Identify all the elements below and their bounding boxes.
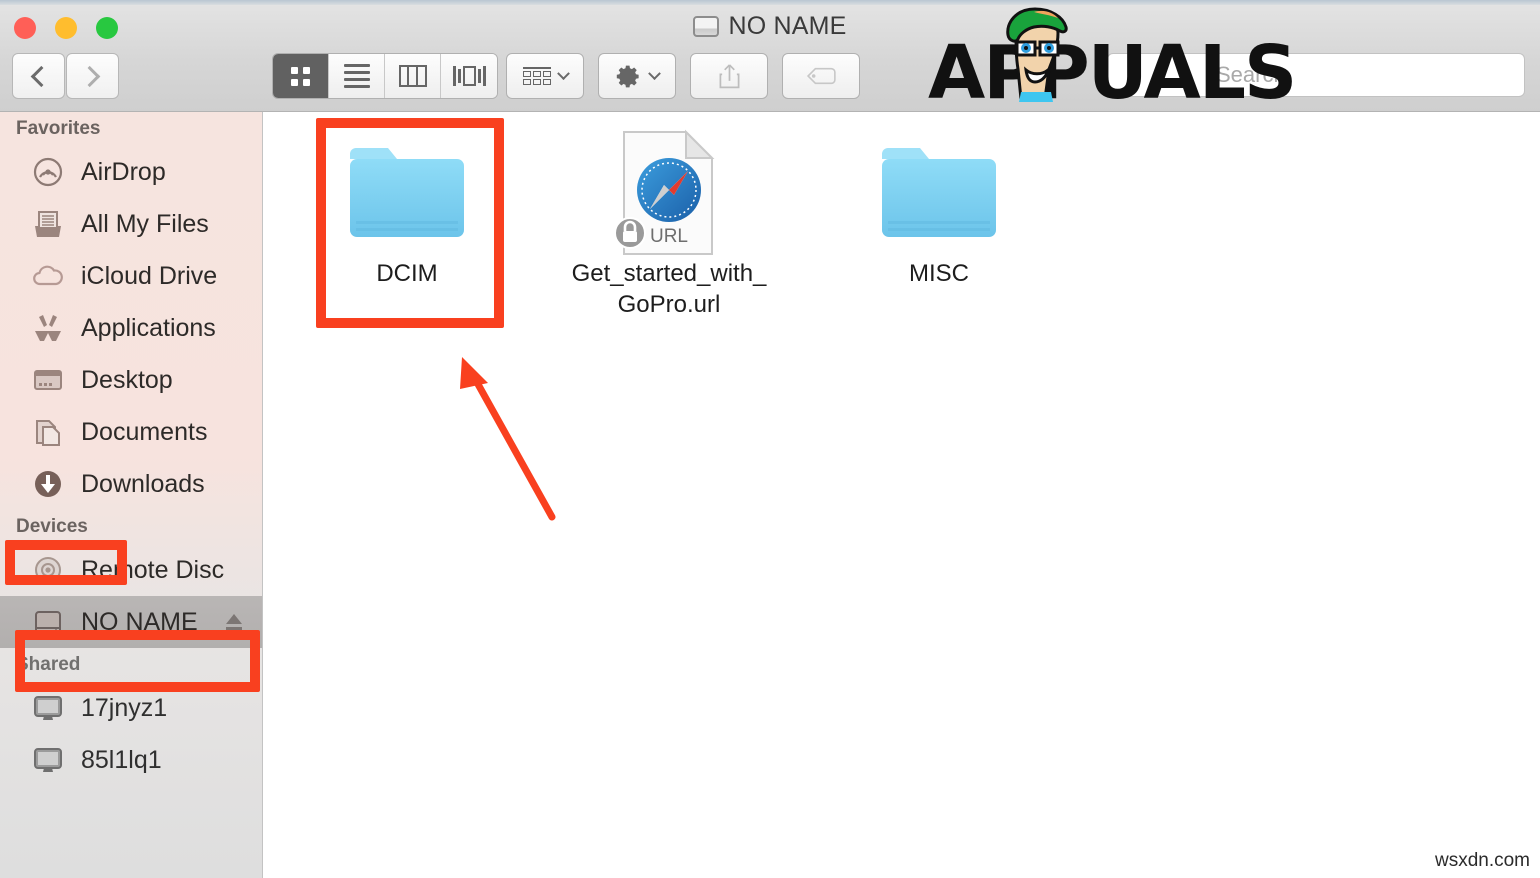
file-item-misc[interactable]: MISC: [830, 128, 1048, 289]
window-title-group: NO NAME: [0, 12, 1540, 41]
file-browser-content: DCIM URL Get_started_with_GoPro.url MISC: [264, 112, 1540, 878]
sidebar-item-label: Downloads: [81, 469, 205, 498]
file-item-dcim[interactable]: DCIM: [298, 128, 516, 289]
coverflow-icon: [452, 66, 486, 86]
sidebar-item-documents[interactable]: Documents: [0, 406, 262, 458]
sidebar-item-label: Applications: [81, 313, 216, 342]
airdrop-icon: [31, 155, 65, 189]
chevron-right-icon: [79, 65, 101, 87]
file-label: Get_started_with_GoPro.url: [571, 260, 767, 318]
downloads-icon: [31, 467, 65, 501]
window-title: NO NAME: [728, 12, 847, 40]
action-button[interactable]: [598, 53, 676, 99]
sidebar-item-downloads[interactable]: Downloads: [0, 458, 262, 510]
tags-button[interactable]: [782, 53, 860, 99]
sidebar-item-label: 17jnyz1: [81, 693, 168, 722]
sidebar-item-all-my-files[interactable]: All My Files: [0, 198, 262, 250]
sidebar-item-17jnyz1[interactable]: 17jnyz1: [0, 682, 262, 734]
coverflow-view-button[interactable]: [441, 54, 497, 98]
minimize-window-button[interactable]: [55, 17, 77, 39]
sidebar-item-label: iCloud Drive: [81, 261, 218, 290]
file-label: DCIM: [376, 260, 438, 287]
sidebar-item-desktop[interactable]: Desktop: [0, 354, 262, 406]
window-titlebar: NO NAME Search APPUALS: [0, 0, 1540, 116]
applications-icon: [31, 311, 65, 345]
view-mode-segmented-control[interactable]: [272, 53, 498, 99]
columns-icon: [398, 65, 427, 87]
blue-folder-icon: [830, 128, 1048, 258]
file-item-gopro-url[interactable]: URL Get_started_with_GoPro.url: [560, 128, 778, 320]
external-drive-icon: [693, 16, 720, 37]
arrange-button[interactable]: [506, 53, 584, 99]
share-icon: [719, 64, 739, 89]
maximize-window-button[interactable]: [96, 17, 118, 39]
sidebar-item-label: Documents: [81, 417, 208, 446]
file-label: MISC: [909, 260, 969, 287]
all-my-files-icon: [31, 207, 65, 241]
sidebar: Favorites AirDrop All My Files iCloud Dr…: [0, 112, 263, 878]
sidebar-item-remote-disc[interactable]: Remote Disc: [0, 544, 262, 596]
sidebar-section-devices: Devices: [16, 516, 88, 537]
icloud-drive-icon: [31, 259, 65, 293]
list-view-button[interactable]: [329, 54, 385, 98]
sidebar-item-airdrop[interactable]: AirDrop: [0, 146, 262, 198]
chevron-down-icon: [648, 66, 661, 80]
search-placeholder: Search: [1216, 62, 1286, 87]
sidebar-item-applications[interactable]: Applications: [0, 302, 262, 354]
documents-icon: [31, 415, 65, 449]
grid-icon: [291, 66, 310, 86]
chevron-left-icon: [30, 65, 52, 87]
finder-window: NO NAME Search APPUALS Favorites AirDrop…: [0, 0, 1540, 878]
sidebar-item-label: 85l1lq1: [81, 745, 162, 774]
search-input[interactable]: Search: [1107, 53, 1525, 97]
chevron-down-icon: [556, 66, 570, 80]
sidebar-item-label: All My Files: [81, 209, 209, 238]
blue-folder-icon: [298, 128, 516, 258]
column-view-button[interactable]: [385, 54, 441, 98]
tag-icon: [806, 67, 836, 85]
eject-icon[interactable]: [222, 610, 246, 634]
sidebar-section-shared: Shared: [16, 654, 81, 675]
sidebar-item-label: NO NAME: [81, 607, 198, 636]
sidebar-item-no-name[interactable]: NO NAME: [0, 596, 262, 648]
sidebar-item-label: Remote Disc: [81, 555, 225, 584]
forward-button[interactable]: [66, 53, 119, 99]
share-button[interactable]: [690, 53, 768, 99]
external-drive-icon: [31, 605, 65, 639]
safari-url-document-icon: URL: [560, 128, 778, 258]
computer-icon: [31, 691, 65, 725]
optical-disc-icon: [31, 553, 65, 587]
sidebar-section-favorites: Favorites: [16, 118, 101, 139]
gear-icon: [616, 65, 639, 87]
back-button[interactable]: [12, 53, 65, 99]
icon-view-button[interactable]: [273, 54, 329, 98]
list-icon: [343, 64, 370, 88]
desktop-icon: [31, 363, 65, 397]
site-watermark: wsxdn.com: [1434, 850, 1530, 871]
appuals-mascot-icon: [1006, 7, 1068, 102]
computer-icon: [31, 743, 65, 777]
sidebar-item-85l1lq1[interactable]: 85l1lq1: [0, 734, 262, 786]
sidebar-item-label: AirDrop: [81, 157, 166, 186]
url-badge-label: URL: [650, 226, 688, 247]
arrange-icon: [522, 67, 551, 85]
close-window-button[interactable]: [14, 17, 36, 39]
sidebar-item-label: Desktop: [81, 365, 173, 394]
sidebar-item-icloud-drive[interactable]: iCloud Drive: [0, 250, 262, 302]
